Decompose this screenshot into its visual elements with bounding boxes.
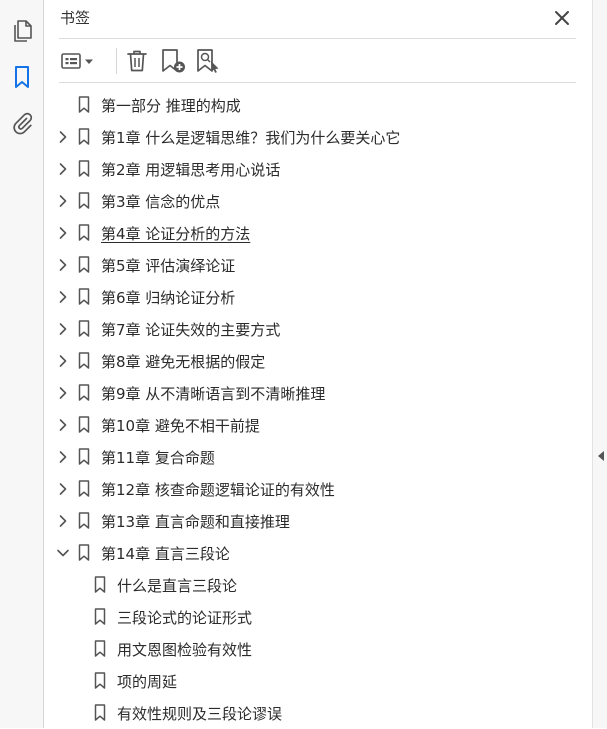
bookmark-label: 有效性规则及三段论谬误 xyxy=(117,705,283,723)
bookmark-label: 第14章 直言三段论 xyxy=(101,545,230,563)
chevron-right-icon[interactable] xyxy=(56,514,70,528)
triangle-left-icon xyxy=(598,451,604,461)
bookmark-item[interactable]: 第13章 直言命题和直接推理 xyxy=(44,505,592,537)
bookmark-icon xyxy=(94,672,106,689)
new-bookmark-button[interactable] xyxy=(159,46,187,76)
header-divider xyxy=(59,38,576,39)
bookmark-icon xyxy=(78,544,90,561)
bookmark-icon xyxy=(94,576,106,593)
bookmark-label: 什么是直言三段论 xyxy=(117,577,238,595)
panel-title: 书签 xyxy=(60,9,91,27)
bookmark-label: 第4章 论证分析的方法 xyxy=(101,225,251,243)
pages-icon[interactable] xyxy=(9,18,35,44)
chevron-right-icon[interactable] xyxy=(56,450,70,464)
bookmark-icon xyxy=(78,96,90,113)
bookmark-label: 第8章 避免无根据的假定 xyxy=(101,353,266,371)
bookmark-icon xyxy=(78,256,90,273)
bookmark-icon xyxy=(78,320,90,337)
close-panel-button[interactable] xyxy=(551,7,573,29)
bookmarks-panel: 书签 第一部分 推理的构成 第1章 什么是逻辑思维？我们为什么要关心它 第2章 … xyxy=(44,0,592,728)
bookmark-label: 第1章 什么是逻辑思维？我们为什么要关心它 xyxy=(101,129,401,147)
bookmark-label: 用文恩图检验有效性 xyxy=(117,641,253,659)
bookmark-item[interactable]: 第1章 什么是逻辑思维？我们为什么要关心它 xyxy=(44,121,592,153)
bookmark-item[interactable]: 什么是直言三段论 xyxy=(44,569,592,601)
bookmark-label: 第12章 核查命题逻辑论证的有效性 xyxy=(101,481,335,499)
bookmark-label: 项的周延 xyxy=(117,673,178,691)
right-rail xyxy=(592,0,607,728)
new-bookmark-icon xyxy=(162,49,185,73)
bookmark-item[interactable]: 有效性规则及三段论谬误 xyxy=(44,697,592,729)
chevron-right-icon[interactable] xyxy=(56,418,70,432)
bookmark-icon xyxy=(78,448,90,465)
panel-header: 书签 xyxy=(44,0,592,36)
delete-bookmark-button[interactable] xyxy=(124,46,150,76)
bookmark-item[interactable]: 第4章 论证分析的方法 xyxy=(44,217,592,249)
bookmark-icon xyxy=(78,384,90,401)
chevron-right-icon[interactable] xyxy=(56,290,70,304)
bookmark-icon xyxy=(78,224,90,241)
bookmark-item[interactable]: 第11章 复合命题 xyxy=(44,441,592,473)
bookmark-label: 第11章 复合命题 xyxy=(101,449,215,467)
bookmark-item[interactable]: 第一部分 推理的构成 xyxy=(44,89,592,121)
chevron-right-icon[interactable] xyxy=(56,354,70,368)
bookmark-item[interactable]: 第6章 归纳论证分析 xyxy=(44,281,592,313)
bookmark-label: 第6章 归纳论证分析 xyxy=(101,289,236,307)
options-menu-button[interactable] xyxy=(59,46,97,76)
bookmark-item[interactable]: 第14章 直言三段论 xyxy=(44,537,592,569)
bookmark-item[interactable]: 第3章 信念的优点 xyxy=(44,185,592,217)
find-bookmark-icon xyxy=(197,49,219,73)
chevron-right-icon[interactable] xyxy=(56,322,70,336)
chevron-right-icon[interactable] xyxy=(56,194,70,208)
bookmark-icon xyxy=(78,128,90,145)
bookmark-icon xyxy=(78,416,90,433)
bookmark-icon xyxy=(94,704,106,721)
bookmark-item[interactable]: 项的周延 xyxy=(44,665,592,697)
bookmark-label: 第2章 用逻辑思考用心说话 xyxy=(101,161,281,179)
bookmarks-icon[interactable] xyxy=(9,64,35,90)
collapse-panel-button[interactable] xyxy=(596,448,606,462)
attachments-icon[interactable] xyxy=(9,110,35,136)
options-menu-icon xyxy=(61,53,93,69)
toolbar-separator xyxy=(116,48,117,74)
bookmark-label: 三段论式的论证形式 xyxy=(117,609,253,627)
chevron-down-icon[interactable] xyxy=(56,546,70,560)
chevron-right-icon[interactable] xyxy=(56,162,70,176)
bookmark-item[interactable]: 第8章 避免无根据的假定 xyxy=(44,345,592,377)
bookmark-icon xyxy=(78,192,90,209)
bookmark-icon xyxy=(78,352,90,369)
chevron-right-icon[interactable] xyxy=(56,226,70,240)
toolbar-divider xyxy=(59,82,576,83)
chevron-right-icon[interactable] xyxy=(56,130,70,144)
bookmark-item[interactable]: 第2章 用逻辑思考用心说话 xyxy=(44,153,592,185)
bookmark-icon xyxy=(94,608,106,625)
bookmark-item[interactable]: 用文恩图检验有效性 xyxy=(44,633,592,665)
bookmark-icon xyxy=(78,288,90,305)
navigation-rail xyxy=(0,0,44,728)
bookmark-label: 第7章 论证失效的主要方式 xyxy=(101,321,281,339)
bookmark-label: 第一部分 推理的构成 xyxy=(101,97,241,115)
bookmark-item[interactable]: 三段论式的论证形式 xyxy=(44,601,592,633)
bookmark-icon xyxy=(94,640,106,657)
bookmark-item[interactable]: 第12章 核查命题逻辑论证的有效性 xyxy=(44,473,592,505)
bookmark-label: 第10章 避免不相干前提 xyxy=(101,417,260,435)
bookmark-label: 第9章 从不清晰语言到不清晰推理 xyxy=(101,385,326,403)
delete-bookmark-icon xyxy=(127,50,147,72)
bookmark-label: 第13章 直言命题和直接推理 xyxy=(101,513,290,531)
bookmark-icon xyxy=(78,512,90,529)
bookmark-item[interactable]: 第5章 评估演绎论证 xyxy=(44,249,592,281)
chevron-right-icon[interactable] xyxy=(56,386,70,400)
bookmark-label: 第3章 信念的优点 xyxy=(101,193,221,211)
bookmark-item[interactable]: 第10章 避免不相干前提 xyxy=(44,409,592,441)
bookmark-icon xyxy=(78,480,90,497)
bookmark-label: 第5章 评估演绎论证 xyxy=(101,257,236,275)
close-icon xyxy=(555,11,569,25)
bookmark-icon xyxy=(78,160,90,177)
bookmark-toolbar xyxy=(59,46,576,76)
find-bookmark-button[interactable] xyxy=(194,46,222,76)
chevron-right-icon[interactable] xyxy=(56,258,70,272)
chevron-right-icon[interactable] xyxy=(56,482,70,496)
bookmark-item[interactable]: 第9章 从不清晰语言到不清晰推理 xyxy=(44,377,592,409)
bookmark-item[interactable]: 第7章 论证失效的主要方式 xyxy=(44,313,592,345)
